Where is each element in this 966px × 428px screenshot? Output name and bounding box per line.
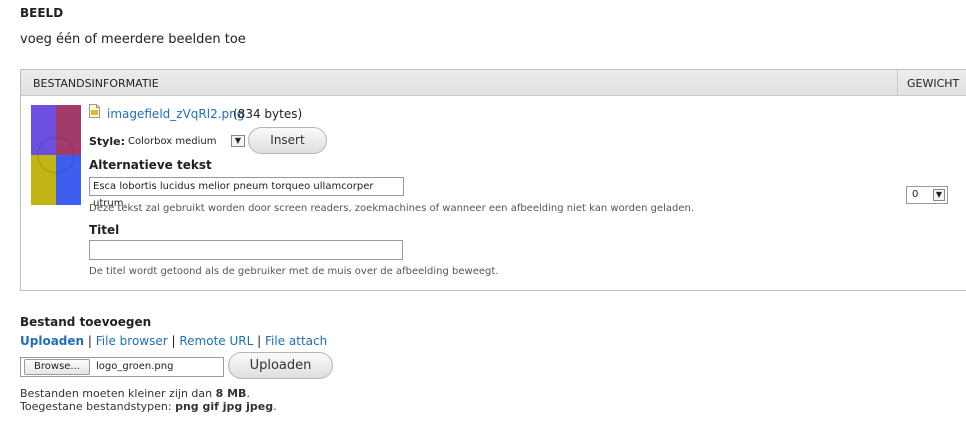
tab-uploaden[interactable]: Uploaden (20, 334, 84, 348)
tab-separator: | (87, 334, 92, 348)
image-file-icon (89, 104, 100, 118)
file-upload-field[interactable]: Browse... logo_groen.png (20, 357, 224, 377)
tab-file-attach[interactable]: File attach (265, 334, 327, 348)
weight-select[interactable]: 0 ▼ (906, 186, 948, 204)
section-title: BEELD (20, 6, 64, 20)
tab-separator: | (257, 334, 262, 348)
size-limit-prefix: Bestanden moeten kleiner zijn dan (20, 387, 216, 400)
allowed-types-prefix: Toegestane bestandstypen: (20, 400, 176, 413)
source-tabs: Uploaden | File browser | Remote URL | F… (20, 334, 327, 348)
size-limit-suffix: . (246, 387, 250, 400)
browse-button[interactable]: Browse... (24, 359, 90, 375)
allowed-types-suffix: . (273, 400, 277, 413)
style-select[interactable]: Colorbox medium (128, 136, 216, 147)
insert-button[interactable]: Insert (248, 127, 327, 154)
weight-value: 0 (912, 189, 919, 200)
allowed-types-value: png gif jpg jpeg (175, 400, 274, 413)
title-label: Titel (89, 223, 120, 237)
header-file-info: BESTANDSINFORMATIE (33, 77, 159, 90)
section-description: voeg één of meerdere beelden toe (20, 32, 246, 47)
alt-text-help: Deze tekst zal gebruikt worden door scre… (89, 203, 695, 214)
style-label: Style: (89, 135, 125, 148)
header-weight: GEWICHT (907, 77, 960, 90)
chevron-down-icon[interactable]: ▼ (231, 135, 245, 147)
title-input[interactable] (89, 240, 403, 260)
alt-text-input[interactable]: Esca lobortis lucidus melior pneum torqu… (89, 177, 404, 209)
title-help: De titel wordt getoond als de gebruiker … (89, 266, 499, 277)
file-size: (834 bytes) (233, 107, 303, 121)
tab-separator: | (171, 334, 176, 348)
table-header: BESTANDSINFORMATIE GEWICHT (21, 70, 966, 96)
size-limit-value: 8 MB (215, 387, 247, 400)
image-thumbnail[interactable] (31, 105, 81, 205)
files-table: BESTANDSINFORMATIE GEWICHT imagefield_zV… (20, 69, 966, 291)
upload-button[interactable]: Uploaden (228, 352, 333, 379)
add-file-title: Bestand toevoegen (20, 315, 152, 329)
alt-text-label: Alternatieve tekst (89, 158, 212, 172)
allowed-types-text: Toegestane bestandstypen: png gif jpg jp… (20, 400, 277, 413)
header-divider (897, 70, 898, 96)
file-link[interactable]: imagefield_zVqRl2.png (107, 107, 244, 121)
tab-remote-url[interactable]: Remote URL (179, 334, 253, 348)
size-limit-text: Bestanden moeten kleiner zijn dan 8 MB. (20, 387, 250, 400)
chosen-file-name: logo_groen.png (96, 361, 174, 372)
chevron-down-icon: ▼ (933, 189, 945, 201)
tab-file-browser[interactable]: File browser (96, 334, 168, 348)
